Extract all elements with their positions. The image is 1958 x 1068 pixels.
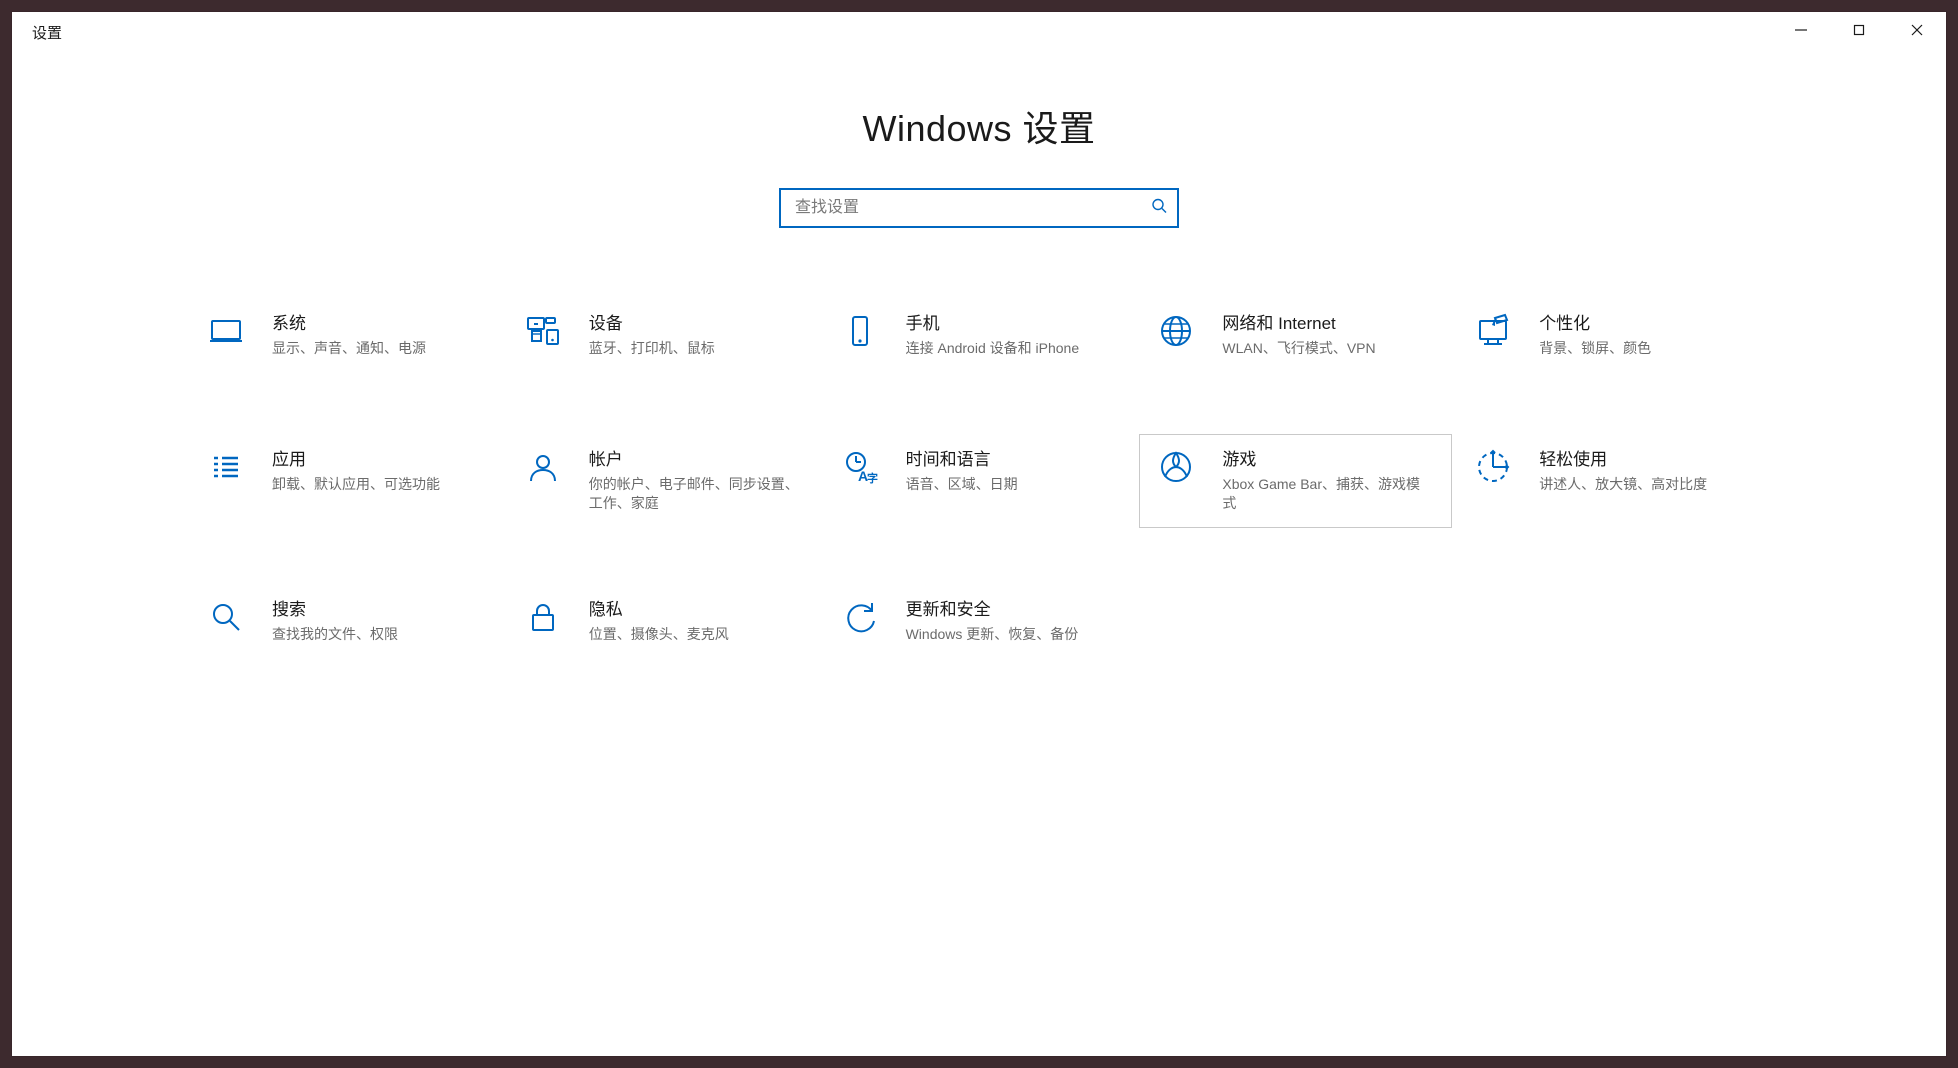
tile-accounts[interactable]: 帐户你的帐户、电子邮件、同步设置、工作、家庭 (506, 434, 819, 528)
tile-desc: 显示、声音、通知、电源 (272, 339, 483, 358)
settings-grid: 系统显示、声音、通知、电源 设备蓝牙、打印机、鼠标 手机连接 Android 设备和… (179, 298, 1779, 664)
network-icon (1156, 313, 1196, 353)
tile-desc: Xbox Game Bar、捕获、游戏模式 (1222, 475, 1433, 513)
tile-desc: 你的帐户、电子邮件、同步设置、工作、家庭 (589, 475, 800, 513)
tile-desc: 蓝牙、打印机、鼠标 (589, 339, 800, 358)
tile-title: 个性化 (1539, 313, 1750, 335)
tile-desc: WLAN、飞行模式、VPN (1222, 339, 1433, 358)
tile-text: 游戏 Xbox Game Bar、捕获、游戏模式 (1222, 449, 1433, 513)
devices-icon (523, 313, 563, 353)
content-area: Windows 设置 系统显示、声音、通知、电源 设备蓝牙、打印机、鼠标 手机连接 … (12, 52, 1946, 1056)
tile-text: 搜索查找我的文件、权限 (272, 599, 483, 644)
tile-title: 应用 (272, 449, 483, 471)
window-title: 设置 (32, 22, 62, 43)
close-button[interactable] (1888, 12, 1946, 52)
tile-desc: 背景、锁屏、颜色 (1539, 339, 1750, 358)
tile-text: 轻松使用讲述人、放大镜、高对比度 (1539, 449, 1750, 494)
tile-desc: 查找我的文件、权限 (272, 625, 483, 644)
tile-title: 网络和 Internet (1222, 313, 1433, 335)
minimize-icon (1794, 23, 1808, 42)
tile-title: 搜索 (272, 599, 483, 621)
tile-apps[interactable]: 应用卸载、默认应用、可选功能 (189, 434, 502, 528)
tile-title: 游戏 (1222, 449, 1433, 471)
tile-network[interactable]: 网络和 Internet WLAN、飞行模式、VPN (1139, 298, 1452, 378)
tile-ease[interactable]: 轻松使用讲述人、放大镜、高对比度 (1456, 434, 1769, 528)
gaming-icon (1156, 449, 1196, 489)
ease-icon (1473, 449, 1513, 489)
titlebar: 设置 (12, 12, 1946, 52)
tile-title: 隐私 (589, 599, 800, 621)
tile-text: 网络和 Internet WLAN、飞行模式、VPN (1222, 313, 1433, 358)
time-icon (840, 449, 880, 489)
privacy-icon (523, 599, 563, 639)
tile-title: 设备 (589, 313, 800, 335)
tile-search[interactable]: 搜索查找我的文件、权限 (189, 584, 502, 664)
minimize-button[interactable] (1772, 12, 1830, 52)
tile-text: 隐私位置、摄像头、麦克风 (589, 599, 800, 644)
page-title: Windows 设置 (862, 100, 1095, 152)
tile-title: 时间和语言 (906, 449, 1117, 471)
tile-desc: 语音、区域、日期 (906, 475, 1117, 494)
tile-text: 设备蓝牙、打印机、鼠标 (589, 313, 800, 358)
tile-desc: 位置、摄像头、麦克风 (589, 625, 800, 644)
maximize-icon (1852, 23, 1866, 42)
update-icon (840, 599, 880, 639)
maximize-button[interactable] (1830, 12, 1888, 52)
tile-text: 帐户你的帐户、电子邮件、同步设置、工作、家庭 (589, 449, 800, 513)
tile-system[interactable]: 系统显示、声音、通知、电源 (189, 298, 502, 378)
close-icon (1910, 23, 1924, 42)
tile-desc: 讲述人、放大镜、高对比度 (1539, 475, 1750, 494)
tile-text: 系统显示、声音、通知、电源 (272, 313, 483, 358)
tile-title: 更新和安全 (906, 599, 1117, 621)
system-icon (206, 313, 246, 353)
tile-title: 轻松使用 (1539, 449, 1750, 471)
tile-privacy[interactable]: 隐私位置、摄像头、麦克风 (506, 584, 819, 664)
tile-desc: 卸载、默认应用、可选功能 (272, 475, 483, 494)
tile-text: 时间和语言语音、区域、日期 (906, 449, 1117, 494)
search-row (779, 188, 1179, 228)
search-icon (1151, 198, 1167, 219)
tile-title: 帐户 (589, 449, 800, 471)
tile-phone[interactable]: 手机连接 Android 设备和 iPhone (823, 298, 1136, 378)
apps-icon (206, 449, 246, 489)
phone-icon (840, 313, 880, 353)
personalize-icon (1473, 313, 1513, 353)
tile-text: 更新和安全 Windows 更新、恢复、备份 (906, 599, 1117, 644)
tile-devices[interactable]: 设备蓝牙、打印机、鼠标 (506, 298, 819, 378)
tile-text: 应用卸载、默认应用、可选功能 (272, 449, 483, 494)
tile-title: 系统 (272, 313, 483, 335)
tile-desc: 连接 Android 设备和 iPhone (906, 339, 1117, 358)
accounts-icon (523, 449, 563, 489)
tile-desc: Windows 更新、恢复、备份 (906, 625, 1117, 644)
search-input[interactable] (779, 188, 1179, 228)
tile-gaming[interactable]: 游戏 Xbox Game Bar、捕获、游戏模式 (1139, 434, 1452, 528)
search-icon (206, 599, 246, 639)
tile-title: 手机 (906, 313, 1117, 335)
tile-personalize[interactable]: 个性化背景、锁屏、颜色 (1456, 298, 1769, 378)
tile-text: 手机连接 Android 设备和 iPhone (906, 313, 1117, 358)
tile-update[interactable]: 更新和安全 Windows 更新、恢复、备份 (823, 584, 1136, 664)
tile-time[interactable]: 时间和语言语音、区域、日期 (823, 434, 1136, 528)
tile-text: 个性化背景、锁屏、颜色 (1539, 313, 1750, 358)
window-controls (1772, 12, 1946, 52)
settings-window: 设置 Windows 设置 (12, 12, 1946, 1056)
